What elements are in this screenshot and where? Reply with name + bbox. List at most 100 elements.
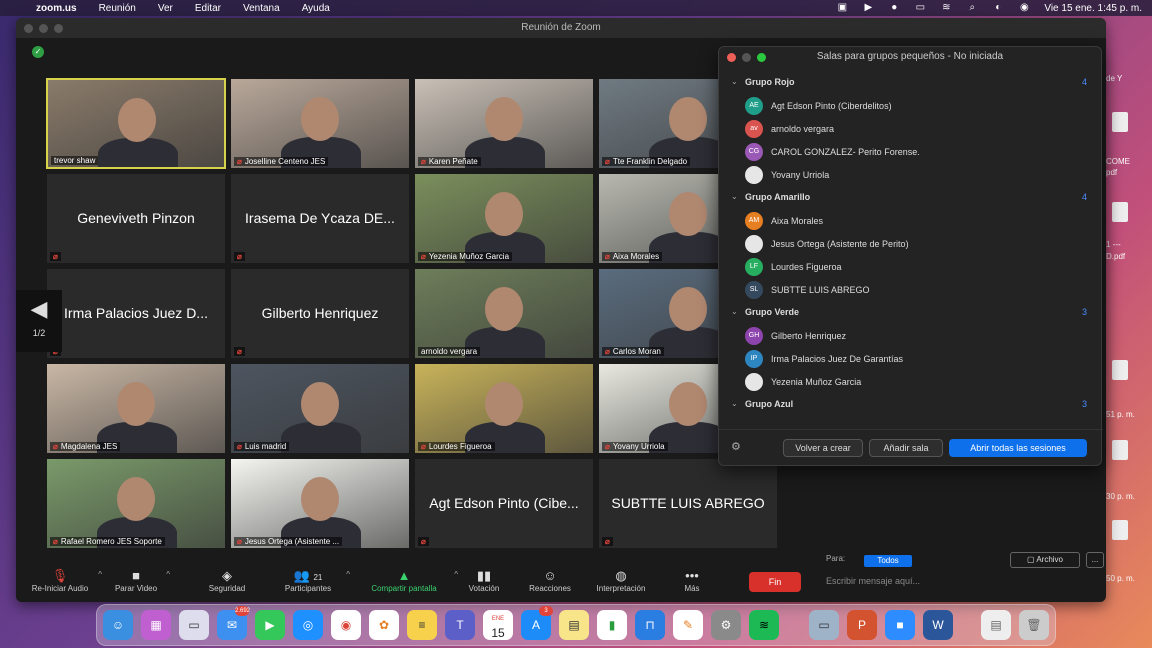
- polls-button[interactable]: ▮▮ Votación: [462, 568, 506, 593]
- chat-more-button[interactable]: ...: [1086, 552, 1104, 568]
- breakout-group-header[interactable]: ⌄ Grupo Amarillo 4: [719, 186, 1103, 209]
- pages-icon[interactable]: ✎: [673, 610, 703, 640]
- participant-tile[interactable]: trevor shaw: [46, 78, 226, 169]
- unmute-button[interactable]: 🎙 Re-Iniciar Audio ^: [22, 568, 102, 593]
- keynote-icon[interactable]: ⊓: [635, 610, 665, 640]
- minimize-window-button[interactable]: [39, 24, 48, 33]
- chat-message-input[interactable]: Escribir mensaje aquí...: [826, 576, 920, 586]
- siri-icon[interactable]: ◉: [1018, 3, 1030, 13]
- recreate-button[interactable]: Volver a crear: [783, 439, 863, 457]
- launchpad-icon[interactable]: ▦: [141, 610, 171, 640]
- menu-ver[interactable]: Ver: [158, 3, 173, 14]
- participant-tile[interactable]: ⌀ Magdalena JES: [46, 363, 226, 454]
- safari-icon[interactable]: ◎: [293, 610, 323, 640]
- participant-tile[interactable]: Agt Edson Pinto (Cibe... ⌀: [414, 458, 594, 549]
- chat-recipient-dropdown[interactable]: Todos: [864, 555, 912, 567]
- menu-ayuda[interactable]: Ayuda: [302, 3, 330, 14]
- breakout-group-header[interactable]: ⌄ Grupo Rojo 4: [719, 71, 1103, 94]
- participant-tile[interactable]: ⌀ Lourdes Figueroa: [414, 363, 594, 454]
- trash-icon[interactable]: 🗑: [1019, 610, 1049, 640]
- participant-tile[interactable]: SUBTTE LUIS ABREGO ⌀: [598, 458, 778, 549]
- breakout-member[interactable]: Yezenia Muñoz Garcia: [719, 370, 1103, 393]
- chevron-down-icon[interactable]: ⌄: [731, 192, 738, 201]
- breakout-member[interactable]: CG CAROL GONZALEZ- Perito Forense.: [719, 140, 1103, 163]
- downloads-folder-icon[interactable]: ▤: [981, 610, 1011, 640]
- previous-page-icon[interactable]: ◀: [16, 290, 62, 328]
- gear-icon[interactable]: ⚙: [731, 440, 741, 453]
- system-preferences-icon[interactable]: ⚙: [711, 610, 741, 640]
- menu-app[interactable]: zoom.us: [36, 3, 77, 14]
- participant-tile[interactable]: ⌀ Joselline Centeno JES: [230, 78, 410, 169]
- breakout-member[interactable]: Jesus Ortega (Asistente de Perito): [719, 232, 1103, 255]
- breakout-member[interactable]: SL SUBTTE LUIS ABREGO: [719, 278, 1103, 301]
- facetime-icon[interactable]: ▶: [255, 610, 285, 640]
- finder-icon[interactable]: ☺: [103, 610, 133, 640]
- gallery-pager[interactable]: ◀ 1/2: [16, 290, 62, 352]
- desktop-file-icon[interactable]: [1112, 440, 1128, 460]
- breakout-member[interactable]: AM Aixa Morales: [719, 209, 1103, 232]
- participant-tile[interactable]: Geneviveth Pinzon ⌀: [46, 173, 226, 264]
- breakout-member[interactable]: IP Irma Palacios Juez De Garantías: [719, 347, 1103, 370]
- powerpoint-icon[interactable]: P: [847, 610, 877, 640]
- word-icon[interactable]: W: [923, 610, 953, 640]
- breakout-member[interactable]: av arnoldo vergara: [719, 117, 1103, 140]
- end-meeting-button[interactable]: Fin: [749, 572, 801, 592]
- chrome-icon[interactable]: ◉: [331, 610, 361, 640]
- chevron-up-icon[interactable]: ^: [454, 570, 458, 579]
- stickies-icon[interactable]: ▤: [559, 610, 589, 640]
- spotify-icon[interactable]: ≋: [749, 610, 779, 640]
- search-icon[interactable]: ⌕: [966, 3, 978, 13]
- stop-video-button[interactable]: ■ Parar Video ^: [108, 568, 170, 593]
- minimize-panel-button[interactable]: [742, 53, 751, 62]
- preview-icon[interactable]: ▭: [809, 610, 839, 640]
- share-screen-button[interactable]: ▲ Compartir pantalla ^: [360, 568, 458, 593]
- play-status-icon[interactable]: ▶: [862, 3, 874, 13]
- menubar-clock[interactable]: Vie 15 ene. 1:45 p. m.: [1044, 3, 1142, 14]
- add-room-button[interactable]: Añadir sala: [869, 439, 943, 457]
- open-all-rooms-button[interactable]: Abrir todas las sesiones: [949, 439, 1087, 457]
- wifi-icon[interactable]: ≋: [940, 3, 952, 13]
- photos-icon[interactable]: ✿: [369, 610, 399, 640]
- chevron-up-icon[interactable]: ^: [346, 570, 350, 579]
- participant-tile[interactable]: ⌀ Rafael Romero JES Soporte: [46, 458, 226, 549]
- screenshot-icon[interactable]: ▭: [179, 610, 209, 640]
- participant-tile[interactable]: ⌀ Karen Peñate: [414, 78, 594, 169]
- chevron-up-icon[interactable]: ^: [98, 570, 102, 579]
- participant-tile[interactable]: Irma Palacios Juez D...⌀: [46, 268, 226, 359]
- desktop-file-icon[interactable]: [1112, 520, 1128, 540]
- chevron-up-icon[interactable]: ^: [166, 570, 170, 579]
- maximize-panel-button[interactable]: [757, 53, 766, 62]
- security-shield-icon[interactable]: ✓: [32, 46, 44, 58]
- control-center-icon[interactable]: ◐: [992, 3, 1004, 13]
- notes-icon[interactable]: ≡: [407, 610, 437, 640]
- close-panel-button[interactable]: [727, 53, 736, 62]
- chevron-down-icon[interactable]: ⌄: [731, 307, 738, 316]
- more-button[interactable]: ••• Más: [678, 568, 706, 593]
- breakout-member[interactable]: GH Gilberto Henriquez: [719, 324, 1103, 347]
- breakout-member[interactable]: Yovany Urriola: [719, 163, 1103, 186]
- chevron-down-icon[interactable]: ⌄: [731, 77, 738, 86]
- security-button[interactable]: ◈ Seguridad: [202, 568, 252, 593]
- chat-file-button[interactable]: ▢ Archivo: [1010, 552, 1080, 568]
- battery-icon[interactable]: ▭: [914, 3, 926, 13]
- menu-editar[interactable]: Editar: [195, 3, 221, 14]
- reactions-button[interactable]: ☺ Reacciones: [520, 568, 580, 593]
- participant-tile[interactable]: arnoldo vergara: [414, 268, 594, 359]
- chevron-down-icon[interactable]: ⌄: [731, 399, 738, 408]
- breakout-group-header[interactable]: ⌄ Grupo Azul 3: [719, 393, 1103, 416]
- menu-reunion[interactable]: Reunión: [99, 3, 136, 14]
- breakout-member[interactable]: AE Agt Edson Pinto (Ciberdelitos): [719, 94, 1103, 117]
- participant-tile[interactable]: ⌀ Luis madrid: [230, 363, 410, 454]
- breakout-group-header[interactable]: ⌄ Grupo Verde 3: [719, 301, 1103, 324]
- participant-tile[interactable]: ⌀ Yezenia Muñoz Garcia: [414, 173, 594, 264]
- numbers-icon[interactable]: ▮: [597, 610, 627, 640]
- participants-button[interactable]: 👥 21 Participantes ^: [276, 568, 350, 593]
- interpretation-button[interactable]: ◍ Interpretación: [588, 568, 654, 593]
- teams-icon[interactable]: T: [445, 610, 475, 640]
- zoom-status-icon[interactable]: ▣: [836, 3, 848, 13]
- record-status-icon[interactable]: ●: [888, 3, 900, 13]
- desktop-file-icon[interactable]: [1112, 202, 1128, 222]
- maximize-window-button[interactable]: [54, 24, 63, 33]
- menu-ventana[interactable]: Ventana: [243, 3, 280, 14]
- desktop-file-icon[interactable]: [1112, 360, 1128, 380]
